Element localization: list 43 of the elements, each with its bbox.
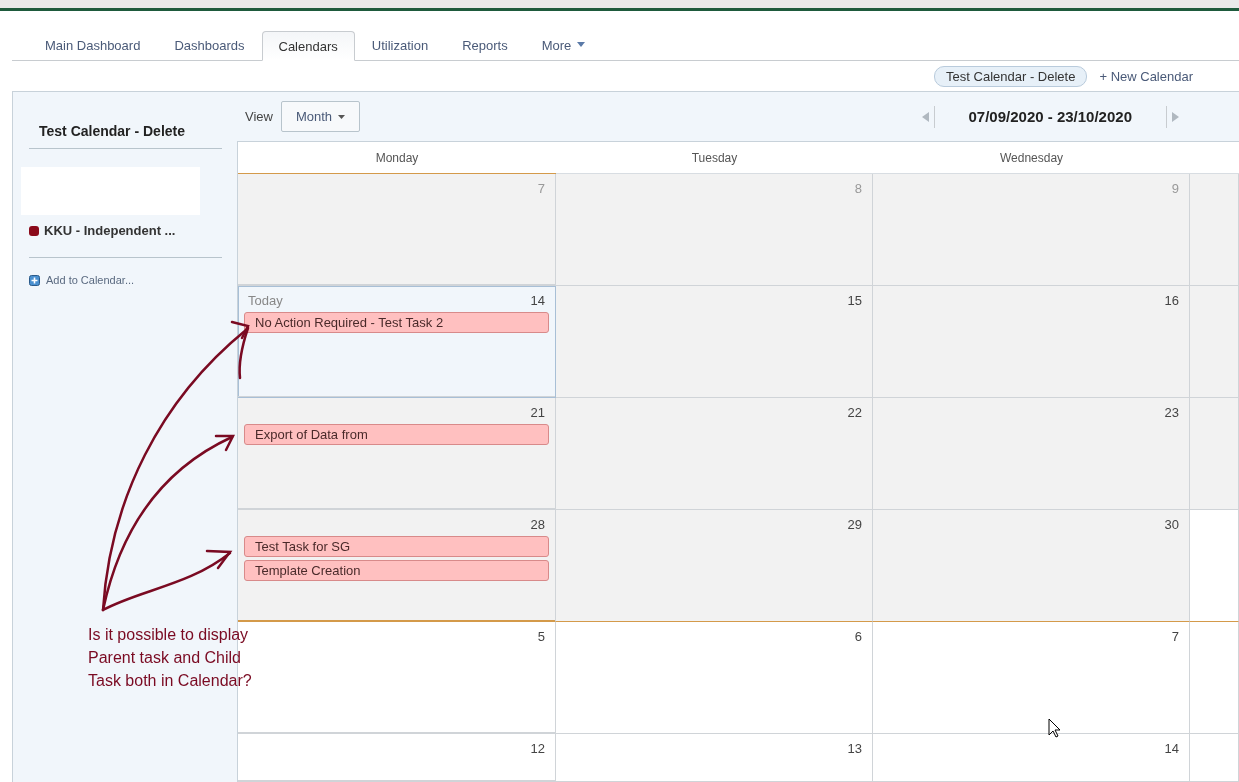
day-number: 30: [1164, 517, 1179, 533]
day-number: 6: [854, 629, 862, 645]
day-number: 23: [1164, 405, 1179, 421]
day-number: 14: [530, 293, 545, 309]
caret-icon: [338, 114, 346, 119]
view-label: View: [245, 109, 273, 124]
day-number: 7: [537, 181, 545, 197]
right-arrow-icon: [1171, 111, 1179, 122]
day-number: 14: [1164, 741, 1179, 757]
day-number: 15: [847, 293, 862, 309]
caret-icon: [577, 42, 586, 48]
day-number: 8: [854, 181, 862, 197]
day-number: 16: [1164, 293, 1179, 309]
annotation-text: Is it possible to display Parent task and Child Task both in Calendar?: [88, 625, 252, 691]
left-arrow-icon: [922, 111, 929, 122]
day-number: 29: [847, 517, 862, 533]
view-dropdown[interactable]: Month: [280, 101, 361, 132]
calendar-event[interactable]: Test Task for SG: [244, 536, 549, 557]
calendar-event[interactable]: No Action Required - Test Task 2: [244, 312, 549, 333]
nav-tab[interactable]: Main Dashboard: [28, 30, 158, 60]
day-number: 28: [530, 517, 545, 533]
day-number: 12: [530, 741, 545, 757]
calendar-event[interactable]: Export of Data from: [244, 424, 549, 445]
nav-tab[interactable]: More: [524, 30, 603, 60]
day-number: 5: [537, 629, 545, 645]
new-calendar-link[interactable]: + New Calendar: [1099, 68, 1193, 84]
today-label: Today: [248, 293, 283, 309]
add-to-calendar-link[interactable]: Add to Calendar...: [46, 274, 135, 286]
date-range: 07/09/2020 - 23/10/2020: [967, 108, 1133, 125]
nav-tab[interactable]: Dashboards: [157, 30, 262, 60]
calendar-event[interactable]: Template Creation: [244, 560, 549, 581]
calendar-chip[interactable]: Test Calendar - Delete: [934, 65, 1088, 87]
day-number: 9: [1171, 181, 1179, 197]
nav-tab[interactable]: Utilization: [354, 30, 446, 60]
nav-tab[interactable]: Calendars: [261, 31, 355, 61]
calendar-name[interactable]: KKU - Independent ...: [44, 223, 176, 238]
day-number: 13: [847, 741, 862, 757]
day-number: 7: [1171, 629, 1179, 645]
day-number: 22: [847, 405, 862, 421]
plus-icon: [29, 274, 40, 286]
day-number: 21: [530, 405, 545, 421]
nav-tab[interactable]: Reports: [445, 30, 525, 60]
calendar-title: Test Calendar - Delete: [29, 92, 222, 149]
